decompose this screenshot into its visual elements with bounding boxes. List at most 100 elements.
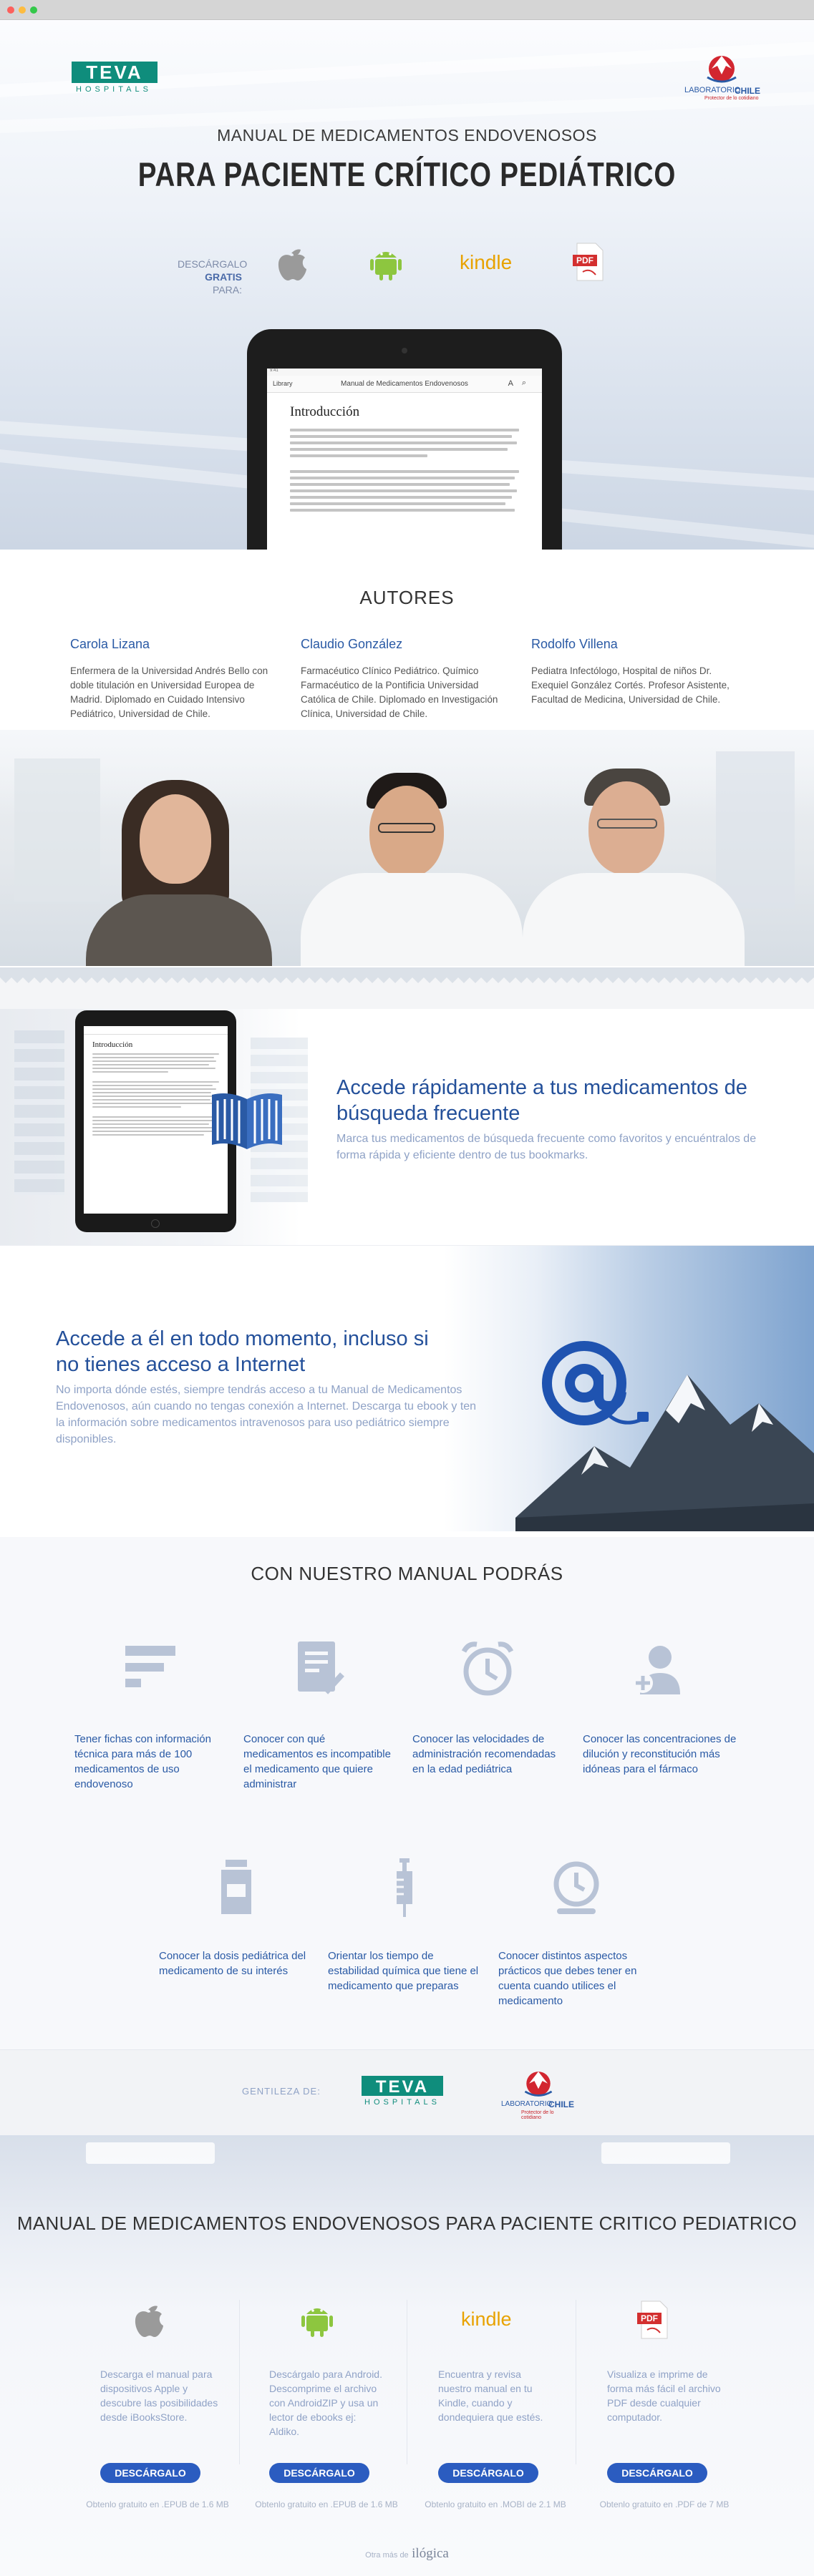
text-lines-icon [125, 1646, 175, 1687]
svg-text:TEVA: TEVA [86, 62, 142, 83]
benefit-item-6: Orientar los tiempo de estabilidad quími… [328, 1950, 479, 1992]
download-desc-android: Descárgalo para Android. Descomprime el … [269, 2368, 382, 2437]
download-android-button[interactable]: DESCÁRGALO [269, 2463, 369, 2483]
apple-icon [135, 2306, 163, 2337]
pdf-icon[interactable]: PDF [571, 240, 607, 283]
author-desc-2: Farmacéutico Clínico Pediátrico. Químico… [301, 665, 498, 719]
authors-title: AUTORES [359, 587, 455, 608]
document-check-icon [298, 1641, 344, 1694]
credit-prefix: Otra más de [365, 2551, 409, 2560]
download-kindle-button[interactable]: DESCÁRGALO [438, 2463, 538, 2483]
ipad-screen: 9:41 Library Manual de Medicamentos Endo… [267, 369, 542, 550]
feature-offline-title: Accede a él en todo momento, incluso si … [56, 1327, 429, 1376]
lab-tagline: Protector de lo cotidiano [704, 96, 759, 101]
kindle-icon: kindle [461, 2308, 512, 2330]
download-card-kindle: kindle Encuentra y revisa nuestro manual… [410, 2293, 578, 2536]
teva-sub-label-small: HOSPITALS [364, 2098, 440, 2107]
stopwatch-icon [553, 1861, 599, 1914]
minimize-window-dot[interactable] [19, 6, 26, 14]
teva-sub-label: HOSPITALS [76, 85, 152, 94]
courtesy-section: GENTILEZA DE: TEVA HOSPITALS LABORATORIO… [0, 2049, 814, 2135]
benefit-item-1: Tener fichas con información técnica par… [74, 1733, 211, 1790]
feature-bookmarks-title: Accede rápidamente a tus medicamentos de… [336, 1076, 747, 1125]
feature-offline-section: Accede a él en todo momento, incluso si … [0, 1245, 814, 1531]
download-pdf-button[interactable]: DESCÁRGALO [607, 2463, 707, 2483]
syringe-icon [397, 1858, 412, 1917]
android-icon [301, 2308, 333, 2337]
download-size-kindle: Obtenlo gratuito en .MOBI de 2.1 MB [425, 2499, 566, 2509]
maximize-window-dot[interactable] [30, 6, 37, 14]
android-icon[interactable] [368, 243, 404, 283]
hero-title-line1: MANUAL DE MEDICAMENTOS ENDOVENOSOS [217, 126, 597, 145]
lab-tagline-small: Protector de lo cotidiano [521, 2110, 554, 2120]
ipad-book-title: Manual de Medicamentos Endovenosos [341, 380, 468, 388]
authors-photo-band [0, 730, 814, 966]
kindle-icon[interactable]: kindle [460, 251, 512, 274]
author-desc-1: Enfermera de la Universidad Andrés Bello… [70, 665, 268, 719]
download-desc-pdf: Visualiza e imprime de forma más fácil e… [607, 2368, 721, 2423]
pdf-icon: PDF [637, 2301, 668, 2339]
feature-bookmarks-section: Introducción Accede rápidamente a tus me… [0, 1009, 814, 1245]
feature-bookmarks-desc: Marca tus medicamentos de búsqueda frecu… [336, 1133, 757, 1161]
author-name-2: Claudio González [301, 637, 403, 651]
apple-icon[interactable] [273, 243, 309, 283]
download-card-pdf: PDF Visualiza e imprime de forma más fác… [578, 2293, 747, 2536]
add-user-icon [633, 1646, 680, 1694]
teva-hospitals-logo[interactable]: TEVA HOSPITALS [72, 62, 165, 97]
hero-title-line2: PARA PACIENTE CRÍTICO PEDIÁTRICO [137, 155, 677, 193]
benefit-item-5: Conocer la dosis pediátrica del medicame… [159, 1950, 306, 1977]
author-photo-1 [72, 751, 294, 966]
font-size-icon[interactable]: A [508, 379, 513, 388]
lab-chile-emblem-small-icon [524, 2072, 553, 2097]
download-apple-button[interactable]: DESCÁRGALO [100, 2463, 200, 2483]
author-photo-3 [523, 751, 745, 966]
lab-chile-label: CHILE [735, 86, 760, 96]
credit-brand: ilógica [412, 2546, 449, 2561]
download-size-android: Obtenlo gratuito en .EPUB de 1.6 MB [255, 2499, 398, 2509]
lab-label: LABORATORIO [684, 86, 741, 94]
lab-chile-label-small: CHILE [548, 2099, 574, 2109]
svg-text:TEVA: TEVA [376, 2077, 429, 2096]
alarm-clock-icon [461, 1641, 514, 1696]
laboratorio-chile-logo-small[interactable]: LABORATORIO CHILE Protector de lo cotidia… [501, 2066, 574, 2123]
download-section: MANUAL DE MEDICAMENTOS ENDOVENOSOS PARA … [0, 2135, 814, 2576]
close-window-dot[interactable] [7, 6, 14, 14]
at-sign-plug-icon [542, 1341, 649, 1425]
download-size-pdf: Obtenlo gratuito en .PDF de 7 MB [599, 2499, 730, 2509]
lab-chile-emblem-icon [707, 56, 737, 83]
manual-benefits-section: CON NUESTRO MANUAL PODRÁS Tener fichas c… [0, 1537, 814, 2049]
tablet-page-heading: Introducción [92, 1040, 133, 1049]
hero-section: TEVA HOSPITALS LABORATORIO CHILE Protecto… [0, 20, 814, 550]
download-card-apple: Descarga el manual para dispositivos App… [72, 2293, 241, 2536]
zigzag-divider [0, 967, 814, 1009]
download-desc-kindle: Encuentra y revisa nuestro manual en tu … [438, 2368, 543, 2423]
download-title: MANUAL DE MEDICAMENTOS ENDOVENOSOS PARA … [16, 2212, 798, 2234]
browser-chrome [0, 0, 814, 20]
ipad-page-heading: Introducción [290, 404, 360, 419]
site-credit[interactable]: Otra más de ilógica [0, 2546, 814, 2562]
author-name-1: Carola Lizana [70, 637, 150, 651]
benefit-item-7: Conocer distintos aspectos prácticos que… [498, 1950, 637, 2007]
benefit-item-3: Conocer las velocidades de administració… [412, 1733, 556, 1775]
lab-label-small: LABORATORIO [501, 2100, 553, 2108]
download-size-apple: Obtenlo gratuito en .EPUB de 1.6 MB [86, 2499, 229, 2509]
author-photo-2 [301, 751, 523, 966]
medicine-bottle-icon [221, 1860, 251, 1914]
open-book-icon [212, 1093, 282, 1149]
benefit-item-4: Conocer las concentraciones de dilución … [583, 1733, 737, 1775]
benefits-title: CON NUESTRO MANUAL PODRÁS [251, 1563, 563, 1584]
laboratorio-chile-logo[interactable]: LABORATORIO CHILE Protector de lo cotidia… [682, 50, 760, 107]
download-free-label: DESCÁRGALO GRATIS PARA: [178, 258, 248, 296]
feature-offline-desc: No importa dónde estés, siempre tendrás … [56, 1384, 477, 1445]
author-name-3: Rodolfo Villena [531, 637, 618, 651]
download-card-android: Descárgalo para Android. Descomprime el … [241, 2293, 410, 2536]
author-desc-3: Pediatra Infectólogo, Hospital de niños … [531, 665, 730, 705]
benefit-item-2: Conocer con qué medicamentos es incompat… [243, 1733, 391, 1790]
svg-text:PDF: PDF [576, 255, 593, 265]
teva-hospitals-logo-small[interactable]: TEVA HOSPITALS [362, 2076, 447, 2112]
ipad-mockup: 9:41 Library Manual de Medicamentos Endo… [247, 329, 562, 550]
search-icon[interactable]: ⌕ [522, 379, 526, 388]
svg-text:PDF: PDF [641, 2313, 658, 2323]
download-desc-apple: Descarga el manual para dispositivos App… [100, 2368, 218, 2423]
courtesy-label: GENTILEZA DE: [242, 2086, 321, 2097]
